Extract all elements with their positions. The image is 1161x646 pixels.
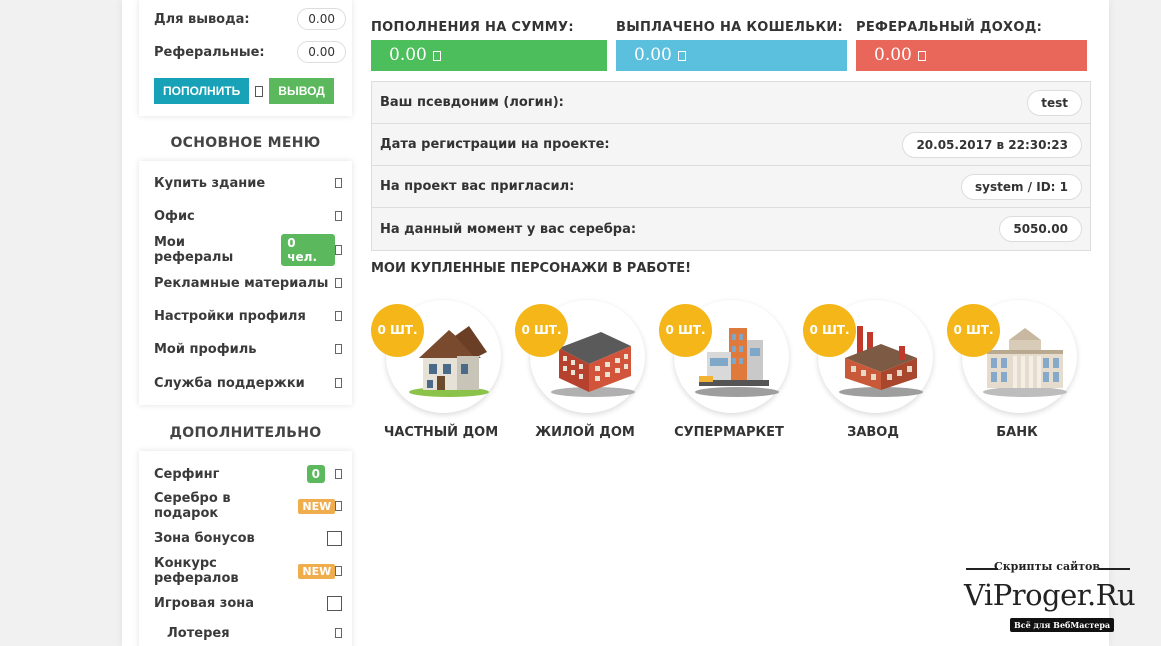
- menu-item-label: Конкурс рефералов: [154, 556, 239, 586]
- balance-panel: Для вывода: 0.00 Реферальные: 0.00 ПОПОЛ…: [139, 0, 352, 116]
- extra-menu-title: ДОПОЛНИТЕЛЬНО: [169, 425, 322, 441]
- menu-item-label: Лотерея: [167, 625, 230, 641]
- extra-menu: Серфинг 0 Серебро в подарок NEW Зона бон…: [139, 451, 352, 646]
- profile-label: На данный момент у вас серебра:: [380, 221, 637, 237]
- count-badge: 0 ШТ.: [515, 304, 568, 357]
- withdraw-balance-value: 0.00: [297, 8, 346, 30]
- watermark-main-text: ViProger.Ru: [964, 578, 1136, 612]
- menu-item-label: Настройки профиля: [154, 308, 306, 324]
- menu-item-label: Мои рефералы: [154, 235, 234, 265]
- characters-title: МОИ КУПЛЕННЫЕ ПЕРСОНАЖИ В РАБОТЕ!: [371, 261, 692, 276]
- deposits-value: 0.00: [389, 45, 427, 65]
- currency-icon: [917, 50, 926, 61]
- menu-item-label: Служба поддержки: [154, 375, 305, 391]
- profile-row-login: Ваш псевдоним (логин): test: [372, 82, 1090, 124]
- referral-count-badge: 0 чел.: [281, 234, 336, 266]
- withdraw-button[interactable]: ВЫВОД: [269, 78, 334, 104]
- chevron-right-icon: [335, 628, 342, 638]
- profile-row-inviter: На проект вас пригласил: system / ID: 1: [372, 166, 1090, 208]
- profile-row-silver: На данный момент у вас серебра: 5050.00: [372, 208, 1090, 250]
- profile-value: 5050.00: [999, 216, 1082, 242]
- referral-income-value-box: 0.00: [856, 40, 1087, 71]
- chevron-right-icon: [335, 378, 342, 388]
- deposits-label: ПОПОЛНЕНИЯ НА СУММУ:: [371, 20, 574, 35]
- referral-income-value: 0.00: [874, 45, 912, 65]
- main-menu: Купить здание Офис Мои рефералы 0 чел. Р…: [139, 161, 352, 405]
- menu-item-buy-building[interactable]: Купить здание: [154, 171, 342, 195]
- profile-row-registration-date: Дата регистрации на проекте: 20.05.2017 …: [372, 124, 1090, 166]
- profile-value: 20.05.2017 в 22:30:23: [902, 131, 1082, 158]
- menu-item-surfing[interactable]: Серфинг 0: [154, 462, 342, 486]
- chevron-right-icon: [335, 178, 342, 188]
- paid-value: 0.00: [634, 45, 672, 65]
- withdraw-balance-row: Для вывода: 0.00: [154, 7, 346, 31]
- menu-item-my-profile[interactable]: Мой профиль: [154, 337, 342, 361]
- profile-value: system / ID: 1: [961, 173, 1082, 200]
- menu-item-label: Рекламные материалы: [154, 275, 329, 291]
- character-name: ЧАСТНЫЙ ДОМ: [383, 425, 499, 440]
- referral-balance-row: Реферальные: 0.00: [154, 40, 346, 64]
- menu-item-profile-settings[interactable]: Настройки профиля: [154, 304, 342, 328]
- watermark-decoration: [1098, 568, 1130, 570]
- separator-icon: [255, 85, 264, 97]
- menu-item-label: Серебро в подарок: [154, 491, 231, 521]
- menu-item-label: Серфинг: [154, 466, 220, 482]
- menu-item-silver-gift[interactable]: Серебро в подарок NEW: [154, 491, 342, 521]
- menu-item-label: Игровая зона: [154, 595, 255, 611]
- character-name: БАНК: [996, 425, 1038, 440]
- count-badge: 0 ШТ.: [659, 304, 712, 357]
- menu-item-label: Зона бонусов: [154, 530, 255, 546]
- balance-actions: ПОПОЛНИТЬ ВЫВОД: [154, 78, 334, 104]
- referral-balance-value: 0.00: [297, 41, 346, 63]
- menu-item-referrals[interactable]: Мои рефералы 0 чел.: [154, 234, 342, 266]
- chevron-right-icon: [335, 211, 342, 221]
- new-badge: NEW: [298, 498, 336, 514]
- menu-item-label: Купить здание: [154, 175, 266, 191]
- new-badge: NEW: [298, 563, 336, 579]
- chevron-right-icon: [335, 278, 342, 288]
- character-name: ЗАВОД: [847, 425, 899, 440]
- square-icon: [327, 595, 342, 611]
- square-icon: [327, 530, 342, 546]
- count-badge: 0 ШТ.: [803, 304, 856, 357]
- profile-label: На проект вас пригласил:: [380, 179, 575, 194]
- referral-income-label: РЕФЕРАЛЬНЫЙ ДОХОД:: [856, 20, 1043, 35]
- chevron-right-icon: [335, 469, 342, 479]
- chevron-right-icon: [335, 566, 342, 576]
- chevron-right-icon: [335, 311, 342, 321]
- profile-label: Ваш псевдоним (логин):: [380, 95, 564, 110]
- main-menu-title: ОСНОВНОЕ МЕНЮ: [170, 135, 321, 151]
- profile-value: test: [1027, 89, 1082, 116]
- menu-item-referral-contest[interactable]: Конкурс рефералов NEW: [154, 556, 342, 586]
- referral-balance-label: Реферальные:: [154, 44, 265, 60]
- watermark-sub-text: Всё для ВебМастера: [1010, 618, 1115, 632]
- menu-item-lottery[interactable]: Лотерея: [154, 621, 342, 645]
- menu-item-label: Мой профиль: [154, 341, 257, 357]
- currency-icon: [677, 50, 686, 61]
- withdraw-balance-label: Для вывода:: [154, 11, 250, 27]
- profile-info-table: Ваш псевдоним (логин): test Дата регистр…: [371, 81, 1091, 251]
- topup-button[interactable]: ПОПОЛНИТЬ: [154, 78, 250, 104]
- currency-icon: [432, 50, 441, 61]
- menu-item-support[interactable]: Служба поддержки: [154, 371, 342, 395]
- deposits-value-box: 0.00: [371, 40, 607, 71]
- count-badge: 0 ШТ.: [371, 304, 424, 357]
- character-name: ЖИЛОЙ ДОМ: [535, 425, 635, 440]
- menu-item-office[interactable]: Офис: [154, 204, 342, 228]
- chevron-right-icon: [335, 245, 342, 255]
- character-name: СУПЕРМАРКЕТ: [674, 425, 784, 440]
- paid-label: ВЫПЛАЧЕНО НА КОШЕЛЬКИ:: [616, 20, 844, 35]
- chevron-right-icon: [335, 344, 342, 354]
- menu-item-ad-materials[interactable]: Рекламные материалы: [154, 271, 342, 295]
- surfing-count-badge: 0: [306, 465, 325, 483]
- menu-item-label: Офис: [154, 208, 195, 224]
- count-badge: 0 ШТ.: [947, 304, 1000, 357]
- profile-label: Дата регистрации на проекте:: [380, 137, 610, 152]
- menu-item-game-zone[interactable]: Игровая зона: [154, 591, 342, 615]
- chevron-right-icon: [335, 501, 342, 511]
- watermark-logo: Скрипты сайтов ViProger.Ru Всё для ВебМа…: [962, 560, 1152, 642]
- menu-item-bonus-zone[interactable]: Зона бонусов: [154, 526, 342, 550]
- watermark-top-text: Скрипты сайтов: [993, 560, 1101, 573]
- paid-value-box: 0.00: [616, 40, 847, 71]
